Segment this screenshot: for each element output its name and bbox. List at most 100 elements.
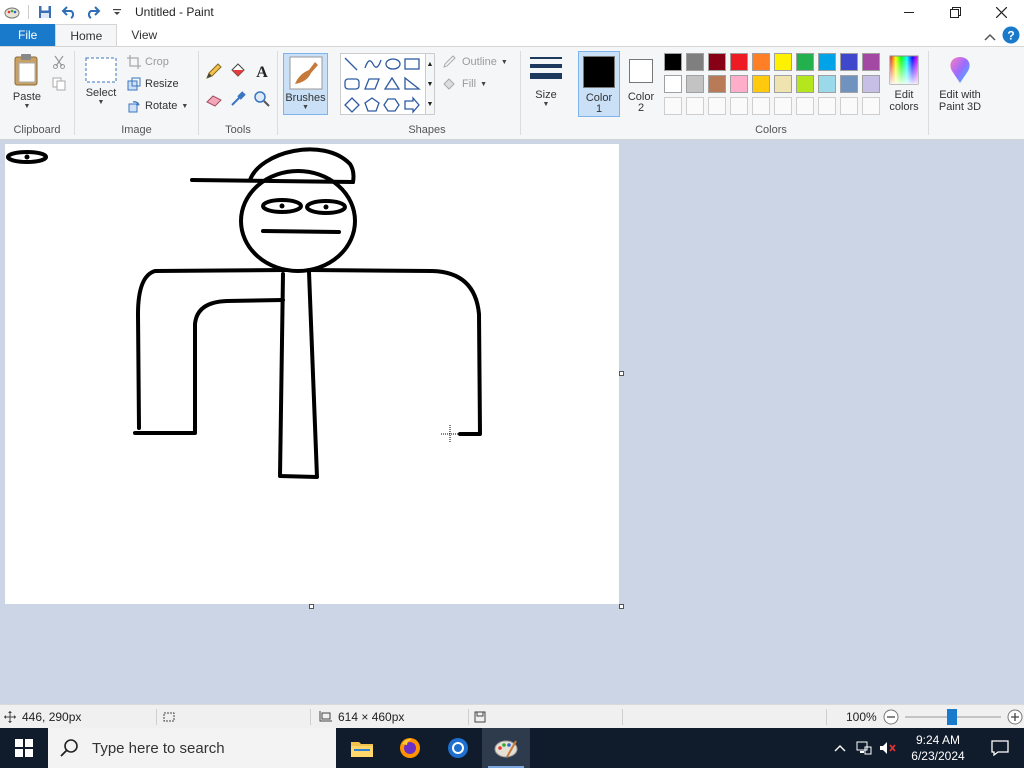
resize-handle-bottom[interactable] (309, 604, 314, 609)
resize-button[interactable]: Resize (127, 77, 179, 91)
paint3d-label-1: Edit with (939, 89, 981, 101)
customize-qat-icon[interactable] (107, 2, 127, 22)
palette-color-swatch[interactable] (862, 53, 880, 71)
palette-custom-slot[interactable] (708, 97, 726, 115)
cursor-position: 446, 290px (4, 705, 81, 729)
pencil-tool[interactable] (205, 62, 223, 80)
taskbar-firefox[interactable] (386, 728, 434, 768)
shapes-gallery[interactable] (340, 53, 430, 115)
network-icon[interactable] (852, 741, 876, 755)
palette-custom-slot[interactable] (840, 97, 858, 115)
taskbar-search-box[interactable]: Type here to search (48, 728, 336, 768)
palette-custom-slot[interactable] (818, 97, 836, 115)
collapse-ribbon-icon[interactable] (984, 30, 996, 44)
taskbar-clock[interactable]: 9:24 AM 6/23/2024 (900, 732, 976, 764)
edit-with-paint3d-button[interactable]: Edit with Paint 3D (934, 55, 986, 113)
tab-file[interactable]: File (0, 24, 56, 46)
palette-color-swatch[interactable] (708, 53, 726, 71)
edit-colors-button[interactable]: Edit colors (884, 55, 924, 113)
clipboard-group: Paste ▼ Clipboard (0, 47, 74, 139)
crop-icon (127, 55, 141, 69)
palette-color-swatch[interactable] (774, 75, 792, 93)
undo-icon[interactable] (59, 2, 79, 22)
palette-color-swatch[interactable] (686, 75, 704, 93)
crop-button[interactable]: Crop (127, 55, 169, 69)
close-button[interactable] (978, 0, 1024, 24)
size-button[interactable]: Size ▼ (526, 55, 566, 108)
palette-color-swatch[interactable] (730, 75, 748, 93)
brushes-button[interactable]: Brushes ▼ (283, 53, 328, 115)
resize-handle-right[interactable] (619, 371, 624, 376)
redo-icon[interactable] (83, 2, 103, 22)
scroll-up-icon[interactable]: ▲ (427, 61, 434, 68)
palette-custom-slot[interactable] (730, 97, 748, 115)
system-tray: 9:24 AM 6/23/2024 (828, 728, 1024, 768)
palette-color-swatch[interactable] (686, 53, 704, 71)
palette-custom-slot[interactable] (796, 97, 814, 115)
rotate-button[interactable]: Rotate ▼ (127, 99, 188, 113)
drawing-canvas[interactable] (5, 144, 619, 604)
palette-color-swatch[interactable] (708, 75, 726, 93)
paste-button[interactable]: Paste ▼ (6, 53, 48, 110)
volume-muted-icon[interactable] (876, 741, 900, 755)
zoom-out-icon[interactable] (883, 709, 899, 725)
minimize-button[interactable] (886, 0, 932, 24)
taskbar-chrome[interactable] (434, 728, 482, 768)
palette-color-swatch[interactable] (730, 53, 748, 71)
cut-button[interactable] (52, 55, 66, 69)
tray-overflow-icon[interactable] (828, 744, 852, 752)
palette-color-swatch[interactable] (818, 75, 836, 93)
shapes-scroll[interactable]: ▲ ▼ ▼ (425, 53, 435, 115)
zoom-in-icon[interactable] (1007, 709, 1023, 725)
palette-custom-slot[interactable] (664, 97, 682, 115)
help-icon[interactable]: ? (1002, 26, 1020, 47)
palette-color-swatch[interactable] (862, 75, 880, 93)
paint-app-icon[interactable] (2, 2, 22, 22)
taskbar-paint[interactable] (482, 728, 530, 768)
palette-color-swatch[interactable] (752, 53, 770, 71)
text-tool[interactable]: A (253, 62, 271, 80)
palette-color-swatch[interactable] (818, 53, 836, 71)
palette-color-swatch[interactable] (664, 53, 682, 71)
magnifier-tool[interactable] (253, 90, 271, 108)
palette-color-swatch[interactable] (752, 75, 770, 93)
color1-button[interactable]: Color 1 (578, 51, 620, 117)
resize-handle-corner[interactable] (619, 604, 624, 609)
fill-button[interactable]: Fill ▼ (442, 77, 487, 91)
color2-button[interactable]: Color 2 (622, 51, 660, 117)
color1-swatch (583, 56, 615, 88)
tab-home[interactable]: Home (55, 24, 118, 46)
palette-color-swatch[interactable] (796, 53, 814, 71)
outline-button[interactable]: Outline ▼ (442, 55, 508, 69)
work-area[interactable] (0, 140, 1024, 704)
start-button[interactable] (0, 728, 48, 768)
zoom-slider[interactable] (904, 709, 1001, 725)
zoom-slider-thumb[interactable] (946, 709, 957, 725)
copy-button[interactable] (52, 77, 66, 91)
palette-color-swatch[interactable] (796, 75, 814, 93)
gallery-expand-icon[interactable]: ▼ (427, 101, 434, 108)
palette-custom-slot[interactable] (774, 97, 792, 115)
palette-custom-slot[interactable] (686, 97, 704, 115)
palette-color-swatch[interactable] (774, 53, 792, 71)
palette-color-swatch[interactable] (840, 75, 858, 93)
zoom-controls: 100% (846, 705, 1023, 729)
palette-color-swatch[interactable] (840, 53, 858, 71)
select-button[interactable]: Select ▼ (81, 57, 121, 106)
scroll-down-icon[interactable]: ▼ (427, 81, 434, 88)
save-icon[interactable] (35, 2, 55, 22)
notifications-button[interactable] (976, 728, 1024, 768)
palette-color-swatch[interactable] (664, 75, 682, 93)
fill-tool[interactable] (229, 62, 247, 80)
eraser-tool[interactable] (205, 90, 223, 108)
colors-group: Colors (660, 47, 882, 139)
palette-custom-slot[interactable] (862, 97, 880, 115)
selection-size-icon (163, 712, 175, 722)
restore-button[interactable] (932, 0, 978, 24)
canvas-size-icon (319, 711, 332, 722)
tab-view[interactable]: View (117, 24, 171, 46)
color-picker-tool[interactable] (229, 90, 247, 108)
taskbar-file-explorer[interactable] (338, 728, 386, 768)
palette-custom-slot[interactable] (752, 97, 770, 115)
search-icon (60, 739, 78, 757)
